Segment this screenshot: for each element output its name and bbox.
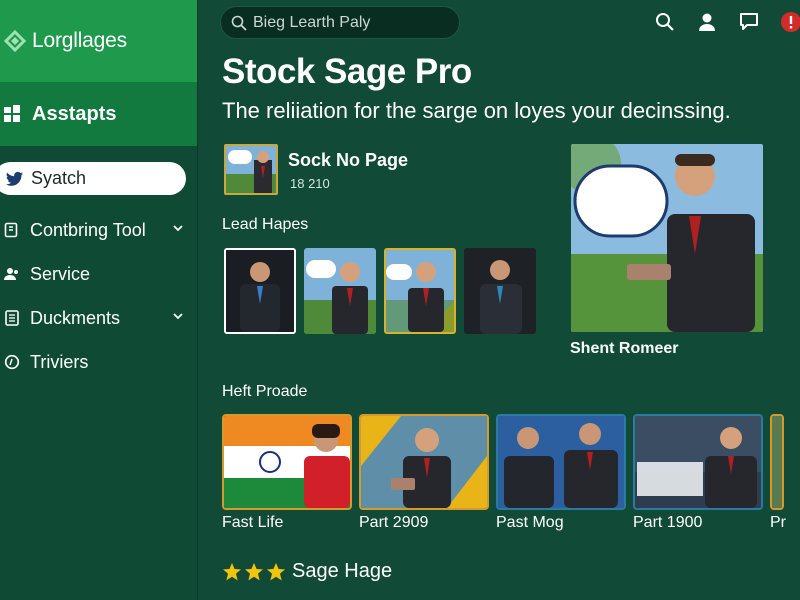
feature-name[interactable]: Sock No Page bbox=[288, 150, 408, 171]
page-subtitle: The reliiation for the sarge on loyes yo… bbox=[222, 98, 731, 123]
heft-card-caption: Part 2909 bbox=[359, 514, 429, 531]
search-icon bbox=[656, 13, 674, 31]
top-search-placeholder: Bieg Learth Paly bbox=[253, 13, 371, 31]
featured-card-caption: Shent Romeer bbox=[570, 340, 679, 357]
top-search-bar[interactable]: Bieg Learth Paly bbox=[220, 6, 460, 39]
heft-card-caption: Part 1900 bbox=[633, 514, 703, 531]
lead-thumbnail[interactable] bbox=[384, 248, 456, 334]
portrait-image bbox=[304, 248, 376, 334]
spent-poster-image bbox=[635, 416, 761, 508]
chevron-down-icon[interactable] bbox=[172, 310, 184, 322]
star-icon bbox=[267, 562, 285, 580]
document-icon bbox=[5, 310, 19, 326]
portrait-image bbox=[386, 250, 454, 332]
portrait-image bbox=[226, 250, 294, 332]
star-icon bbox=[223, 562, 241, 580]
top-toolbar bbox=[654, 11, 800, 33]
lead-thumbnail[interactable] bbox=[224, 248, 296, 334]
portrait-image bbox=[464, 248, 536, 334]
page-title: Stock Sage Pro bbox=[222, 52, 472, 91]
two-people-image bbox=[498, 416, 624, 508]
heft-card-caption: Past Mog bbox=[496, 514, 564, 531]
rating-label: Sage Hage bbox=[292, 560, 393, 582]
sidebar-item-triviers[interactable]: Triviers bbox=[0, 340, 198, 384]
bird-icon bbox=[6, 171, 23, 186]
lead-thumbnail[interactable] bbox=[304, 248, 376, 334]
sidebar-item-label: Duckments bbox=[30, 307, 121, 328]
lead-thumbnail[interactable] bbox=[464, 248, 536, 334]
brand-header[interactable]: Lorgllages bbox=[0, 0, 197, 82]
heft-section-heading: Heft Proade bbox=[222, 383, 308, 400]
logo-icon bbox=[4, 30, 26, 52]
sidebar: Lorgllages Asstapts Syatch Contbring Too… bbox=[0, 0, 198, 600]
heft-card[interactable]: Part 1900 bbox=[633, 414, 763, 532]
alert-button[interactable] bbox=[780, 11, 800, 33]
heft-card[interactable]: Pr bbox=[770, 414, 786, 532]
heft-card[interactable]: Part 2909 bbox=[359, 414, 489, 532]
heft-card-row: Fast Life Part 2909 Past Mog Part 1900 P… bbox=[222, 414, 793, 532]
user-icon bbox=[699, 13, 715, 31]
lead-thumbnail-row bbox=[224, 248, 544, 334]
main-content: Bieg Learth Paly Stock Sage Pro The reli… bbox=[198, 0, 800, 600]
section-assets[interactable]: Asstapts bbox=[0, 82, 197, 146]
feature-count: 18 210 bbox=[290, 176, 330, 191]
heft-card-caption: Pr bbox=[770, 514, 786, 531]
chevron-down-icon[interactable] bbox=[172, 222, 184, 234]
people-icon bbox=[4, 268, 18, 280]
sidebar-search-label: Syatch bbox=[31, 168, 87, 188]
profile-button[interactable] bbox=[696, 11, 718, 33]
alert-icon bbox=[781, 12, 800, 32]
sidebar-item-duckments[interactable]: Duckments bbox=[0, 296, 198, 340]
search-button[interactable] bbox=[654, 11, 676, 33]
partial-card-image bbox=[772, 416, 782, 508]
sidebar-search[interactable]: Syatch bbox=[0, 162, 186, 195]
lead-section-heading: Lead Hapes bbox=[222, 216, 309, 233]
sidebar-item-contbring-tool[interactable]: Contbring Tool bbox=[0, 208, 198, 252]
stock-sage-cover-image bbox=[226, 146, 276, 193]
portrait-image bbox=[361, 416, 487, 508]
circle-icon bbox=[4, 354, 20, 370]
brand-name: Lorgllages bbox=[32, 29, 127, 52]
tool-icon bbox=[4, 222, 18, 238]
chat-icon bbox=[740, 13, 758, 30]
featured-card[interactable] bbox=[571, 144, 763, 332]
heft-card-caption: Fast Life bbox=[222, 514, 284, 531]
section-label: Asstapts bbox=[32, 102, 117, 125]
flag-portrait-image bbox=[224, 416, 350, 508]
heft-card[interactable]: Fast Life bbox=[222, 414, 352, 532]
stock-sage-promo-image bbox=[571, 144, 763, 332]
sidebar-item-label: Contbring Tool bbox=[30, 219, 146, 240]
grid-icon bbox=[4, 105, 20, 122]
sidebar-item-service[interactable]: Service bbox=[0, 252, 198, 296]
feature-thumbnail[interactable] bbox=[224, 144, 278, 195]
heft-card[interactable]: Past Mog bbox=[496, 414, 626, 532]
sidebar-item-label: Service bbox=[30, 263, 91, 284]
chat-button[interactable] bbox=[738, 11, 760, 33]
sidebar-item-label: Triviers bbox=[30, 351, 89, 372]
search-icon bbox=[231, 15, 247, 31]
rating-row: Sage Hage bbox=[222, 560, 392, 583]
sidebar-nav: Contbring Tool Service Duckments Trivier… bbox=[0, 208, 198, 384]
star-icon bbox=[245, 562, 263, 580]
